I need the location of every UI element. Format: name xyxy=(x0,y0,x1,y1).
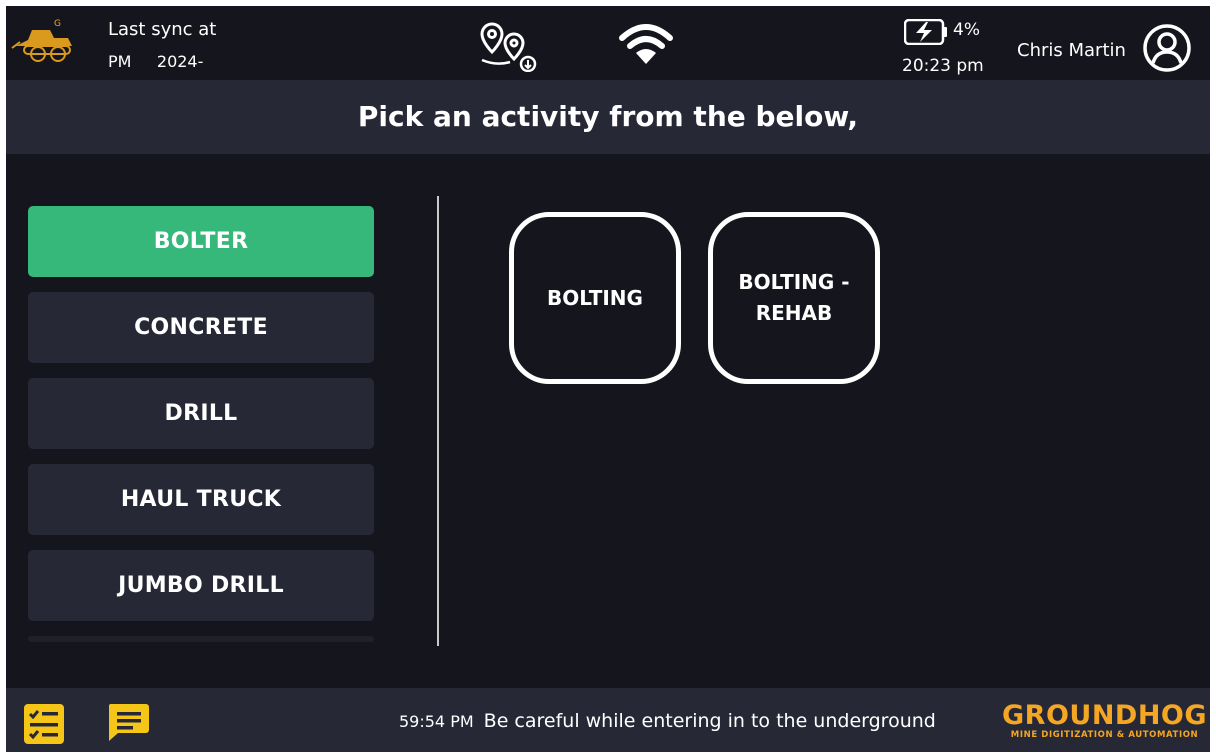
activity-tile-bolting-rehab[interactable]: BOLTING - REHAB xyxy=(708,212,880,384)
brand-name: GROUNDHOG xyxy=(1002,700,1208,731)
wifi-icon[interactable] xyxy=(618,22,674,66)
svg-text:G: G xyxy=(54,19,61,29)
checklist-icon[interactable] xyxy=(24,704,64,744)
top-status-bar: G Last sync at PM 2024- 4% 20:23 pm Chri… xyxy=(6,6,1210,80)
last-sync-info: Last sync at PM 2024- xyxy=(108,18,216,74)
user-avatar-icon[interactable] xyxy=(1142,23,1192,73)
user-name: Chris Martin xyxy=(1017,40,1126,61)
page-title: Pick an activity from the below, xyxy=(357,100,859,133)
last-sync-value: PM 2024- xyxy=(108,50,216,74)
battery-percent: 4% xyxy=(953,20,980,40)
vertical-divider xyxy=(437,196,439,646)
clock: 20:23 pm xyxy=(902,56,984,76)
activity-tile-label: BOLTING - REHAB xyxy=(738,270,850,325)
brand-logo: GROUNDHOG MINE DIGITIZATION & AUTOMATION xyxy=(1002,700,1208,741)
activity-tile-bolting[interactable]: BOLTING xyxy=(509,212,681,384)
route-pins-icon[interactable] xyxy=(476,20,538,73)
category-item-jumbo-drill[interactable]: JUMBO DRILL xyxy=(28,550,374,621)
category-item-partial[interactable] xyxy=(28,636,374,642)
brand-tagline: MINE DIGITIZATION & AUTOMATION xyxy=(1010,730,1199,740)
app-screen: G Last sync at PM 2024- 4% 20:23 pm Chri… xyxy=(6,6,1210,752)
prompt-bar: Pick an activity from the below, xyxy=(6,80,1210,154)
category-item-haul-truck[interactable]: HAUL TRUCK xyxy=(28,464,374,535)
ticker-message: Be careful while entering in to the unde… xyxy=(483,710,936,732)
category-item-bolter[interactable]: BOLTER xyxy=(28,206,374,277)
chat-icon[interactable] xyxy=(106,702,150,742)
last-sync-date: 2024- xyxy=(156,52,204,71)
category-item-drill[interactable]: DRILL xyxy=(28,378,374,449)
safety-ticker: 59:54 PM Be careful while entering in to … xyxy=(399,710,936,732)
mining-loader-logo-icon: G xyxy=(10,16,78,66)
category-item-concrete[interactable]: CONCRETE xyxy=(28,292,374,363)
last-sync-time: PM xyxy=(108,52,132,71)
battery-charging-icon xyxy=(903,18,948,46)
ticker-time: 59:54 PM xyxy=(399,712,474,731)
category-list: BOLTER CONCRETE DRILL HAUL TRUCK JUMBO D… xyxy=(28,206,374,657)
bottom-bar: 59:54 PM Be careful while entering in to … xyxy=(6,688,1210,752)
activity-tile-label: BOLTING xyxy=(547,285,643,310)
last-sync-label: Last sync at xyxy=(108,19,217,40)
